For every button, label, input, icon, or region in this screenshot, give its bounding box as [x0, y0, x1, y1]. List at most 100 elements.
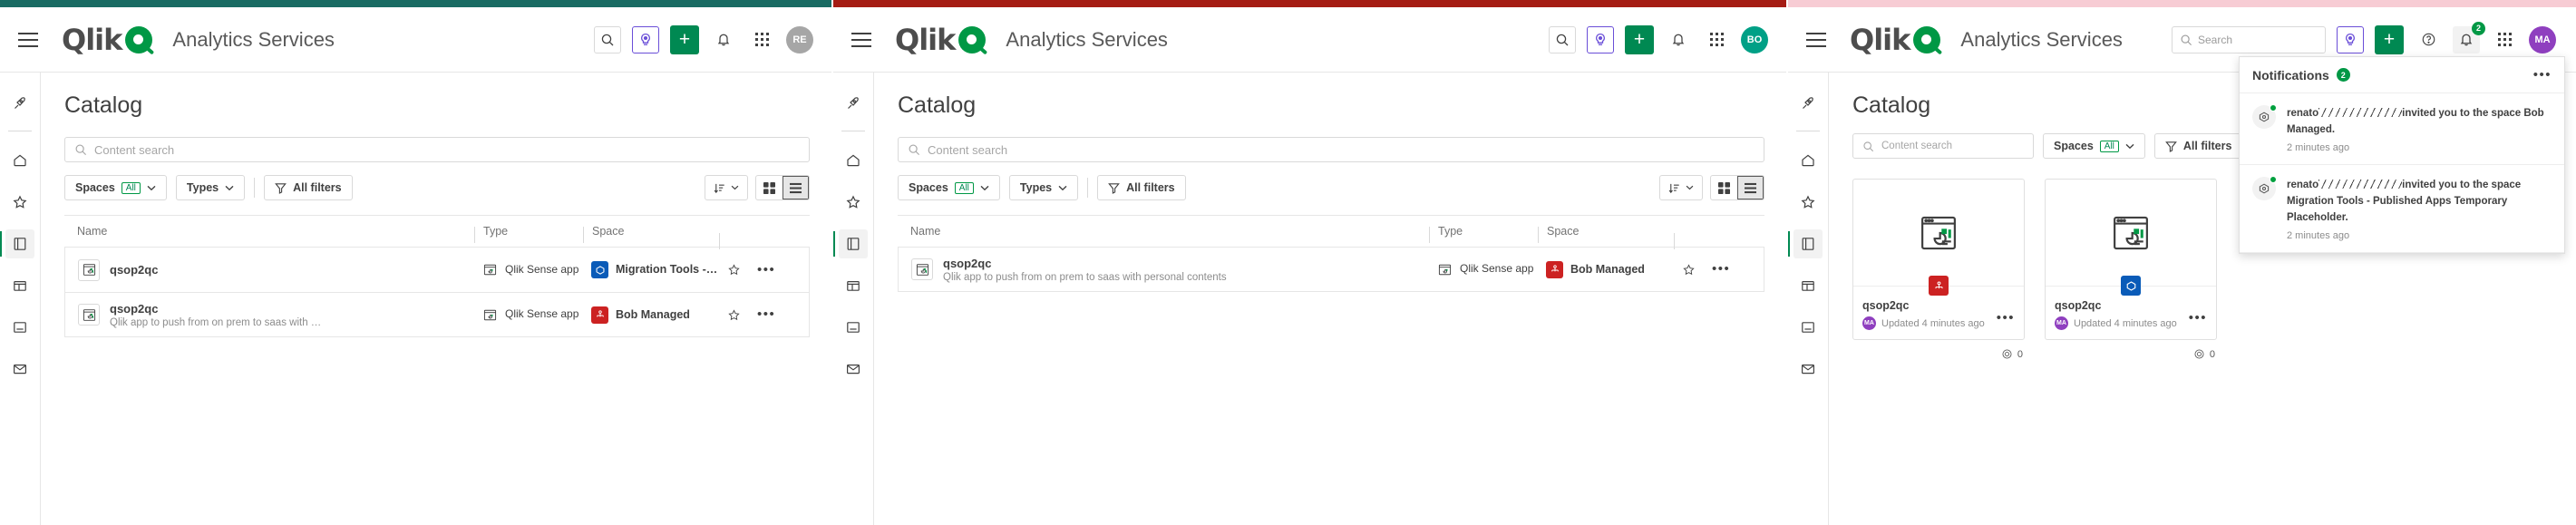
sidebar-item-collections[interactable]: [5, 271, 34, 300]
sidebar-item-favorites[interactable]: [5, 188, 34, 217]
search-icon[interactable]: [594, 25, 621, 53]
all-filters-button[interactable]: All filters: [264, 175, 353, 200]
column-header-name[interactable]: Name: [64, 225, 483, 238]
sidebar-item-mail[interactable]: [1793, 355, 1823, 384]
sidebar-item-monitor[interactable]: [839, 313, 868, 342]
qlik-logo[interactable]: Qlik: [62, 25, 153, 54]
window-separator: [1786, 0, 1788, 525]
insight-advisor-icon[interactable]: [2337, 25, 2364, 53]
sidebar-item-mail[interactable]: [5, 355, 34, 384]
row-description: Qlik app to push from on prem to saas wi…: [110, 316, 322, 328]
table-row[interactable]: qsop2qc Qlik app to push from on prem to…: [898, 247, 1764, 292]
bell-icon[interactable]: [1665, 26, 1692, 53]
types-filter-button[interactable]: Types: [1008, 175, 1079, 200]
row-more-icon[interactable]: •••: [757, 308, 775, 321]
sort-button[interactable]: [1659, 175, 1703, 200]
list-view-button[interactable]: [1737, 176, 1764, 199]
sidebar-item-rocket[interactable]: [1793, 89, 1823, 118]
catalog-card[interactable]: qsop2qc MA Updated 4 minutes ago •••: [2045, 179, 2217, 340]
bell-icon[interactable]: 2: [2453, 21, 2485, 53]
apps-grid-icon[interactable]: [2491, 26, 2518, 53]
add-icon[interactable]: +: [1625, 24, 1654, 54]
menu-icon[interactable]: [1806, 26, 1833, 53]
sidebar-item-monitor[interactable]: [1793, 313, 1823, 342]
row-type: Qlik Sense app: [1460, 262, 1534, 276]
notification-item[interactable]: renato invited you to the space Bob Manag…: [2240, 93, 2564, 166]
space-icon: [2252, 104, 2277, 129]
all-filters-button[interactable]: All filters: [1097, 175, 1186, 200]
column-header-type[interactable]: Type: [1429, 225, 1547, 243]
redacted-name: [2318, 180, 2403, 190]
row-name-cell: qsop2qc: [65, 258, 482, 281]
all-filters-button[interactable]: All filters: [2153, 133, 2243, 159]
qlik-logo[interactable]: Qlik: [1850, 25, 1941, 54]
avatar[interactable]: BO: [1741, 25, 1768, 53]
sort-button[interactable]: [705, 175, 748, 200]
column-header-space[interactable]: Space: [1538, 225, 1683, 243]
row-more-icon[interactable]: •••: [757, 263, 775, 276]
column-header-name[interactable]: Name: [898, 225, 1438, 238]
catalog-table-1: Name Type Space qsop2qc Qlik Sense app M…: [64, 215, 810, 337]
insight-advisor-icon[interactable]: [632, 25, 659, 53]
card-more-icon[interactable]: •••: [2189, 311, 2207, 324]
sidebar-item-home[interactable]: [5, 146, 34, 175]
sidebar-item-catalog[interactable]: [0, 229, 34, 258]
sidebar-item-rocket[interactable]: [5, 89, 34, 118]
qlik-logo[interactable]: Qlik: [895, 25, 987, 54]
chevron-down-icon: [980, 185, 989, 190]
add-icon[interactable]: +: [670, 24, 699, 54]
sidebar-item-collections[interactable]: [839, 271, 868, 300]
catalog-card[interactable]: qsop2qc MA Updated 4 minutes ago •••: [1852, 179, 2025, 340]
sidebar-item-catalog[interactable]: [833, 229, 868, 258]
sidebar-item-favorites[interactable]: [839, 188, 868, 217]
card-views-value: 0: [2017, 348, 2023, 360]
notification-item[interactable]: renato invited you to the space Migration…: [2240, 165, 2564, 254]
apps-grid-icon[interactable]: [1703, 26, 1730, 53]
sidebar-item-favorites[interactable]: [1793, 188, 1823, 217]
table-row[interactable]: qsop2qc Qlik Sense app Migration Tools -…: [64, 247, 810, 292]
spaces-filter-button[interactable]: Spaces All: [898, 175, 1000, 200]
content-search-placeholder: Content search: [94, 142, 175, 157]
sidebar-item-collections[interactable]: [1793, 271, 1823, 300]
sidebar-item-catalog[interactable]: [1788, 229, 1823, 258]
insight-advisor-icon[interactable]: [1587, 25, 1614, 53]
content-search-input[interactable]: Content search: [898, 137, 1764, 162]
menu-icon[interactable]: [851, 26, 879, 53]
grid-view-button[interactable]: [756, 176, 783, 199]
spaces-filter-button[interactable]: Spaces All: [64, 175, 167, 200]
content-search-input[interactable]: Content search: [64, 137, 810, 162]
sidebar-item-rocket[interactable]: [839, 89, 868, 118]
add-icon[interactable]: +: [2375, 24, 2404, 54]
types-filter-button[interactable]: Types: [175, 175, 246, 200]
card-wrap: qsop2qc MA Updated 4 minutes ago ••• 0: [2045, 179, 2217, 360]
spaces-filter-button[interactable]: Spaces All: [2043, 133, 2145, 159]
search-icon[interactable]: [1549, 25, 1576, 53]
card-more-icon[interactable]: •••: [1997, 311, 2015, 324]
bell-icon[interactable]: [710, 26, 737, 53]
column-header-type[interactable]: Type: [474, 225, 592, 243]
avatar[interactable]: MA: [2529, 25, 2556, 53]
list-view-button[interactable]: [783, 176, 809, 199]
search-input[interactable]: Search: [2172, 25, 2326, 53]
notifications-more-icon[interactable]: •••: [2533, 68, 2552, 81]
favorite-star-icon[interactable]: [727, 308, 741, 322]
sidebar-item-home[interactable]: [839, 146, 868, 175]
notification-badge: 2: [2472, 21, 2485, 35]
sidebar-item-home[interactable]: [1793, 146, 1823, 175]
menu-icon[interactable]: [18, 26, 45, 53]
table-row[interactable]: qsop2qc Qlik app to push from on prem to…: [64, 292, 810, 337]
apps-grid-icon[interactable]: [748, 26, 775, 53]
avatar[interactable]: RE: [786, 25, 813, 53]
grid-view-button[interactable]: [1711, 176, 1737, 199]
sidebar-item-mail[interactable]: [839, 355, 868, 384]
content-search-input[interactable]: Content search: [1852, 133, 2034, 159]
help-icon[interactable]: [2415, 26, 2442, 53]
row-more-icon[interactable]: •••: [1712, 263, 1730, 276]
favorite-star-icon[interactable]: [1682, 263, 1696, 277]
row-space: Migration Tools -…: [616, 263, 718, 277]
qlik-sense-app-icon: [482, 259, 498, 281]
sidebar-item-monitor[interactable]: [5, 313, 34, 342]
favorite-star-icon[interactable]: [727, 263, 741, 277]
column-header-space[interactable]: Space: [583, 225, 728, 243]
row-name-block: qsop2qc Qlik app to push from on prem to…: [110, 302, 321, 328]
